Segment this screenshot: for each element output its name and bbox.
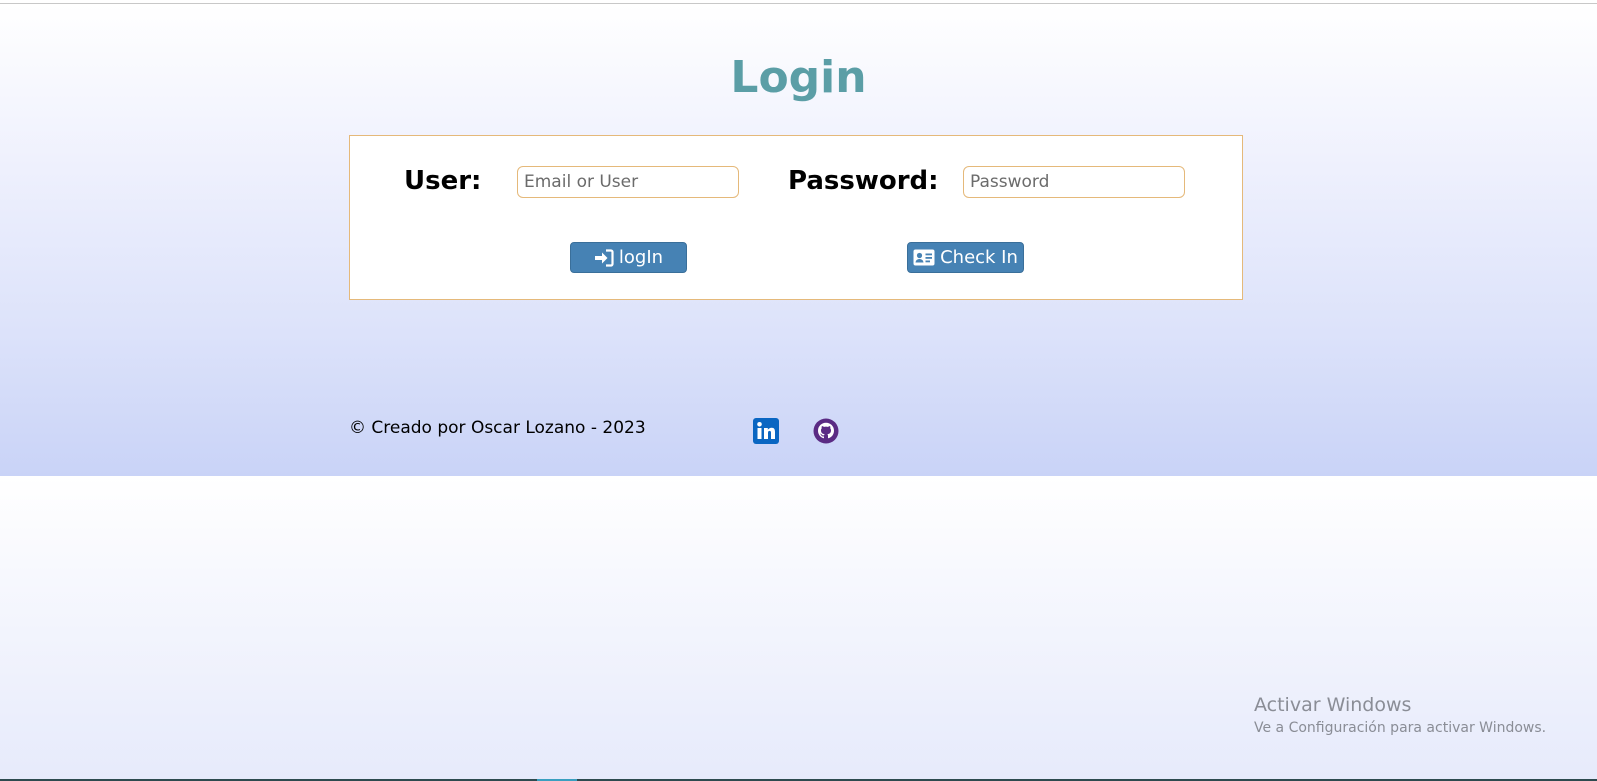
user-input[interactable] (517, 166, 739, 198)
windows-activation-title: Activar Windows (1254, 694, 1412, 716)
github-link[interactable] (813, 418, 839, 444)
page-title: Login (730, 52, 867, 103)
password-label: Password: (788, 166, 939, 196)
checkin-button[interactable]: Check In (907, 242, 1024, 273)
user-label: User: (404, 166, 482, 196)
sign-in-icon (594, 248, 614, 267)
login-card: User: Password: logIn Check In (349, 135, 1243, 300)
windows-activation-subtitle: Ve a Configuración para activar Windows. (1254, 720, 1547, 736)
github-icon (813, 418, 839, 444)
linkedin-link[interactable] (753, 418, 779, 444)
id-card-icon (913, 249, 935, 266)
login-button[interactable]: logIn (570, 242, 687, 273)
password-input[interactable] (963, 166, 1185, 198)
login-button-label: logIn (618, 247, 664, 268)
checkin-button-label: Check In (940, 247, 1018, 268)
linkedin-icon (753, 418, 779, 444)
footer-credit: © Creado por Oscar Lozano - 2023 (349, 418, 646, 438)
